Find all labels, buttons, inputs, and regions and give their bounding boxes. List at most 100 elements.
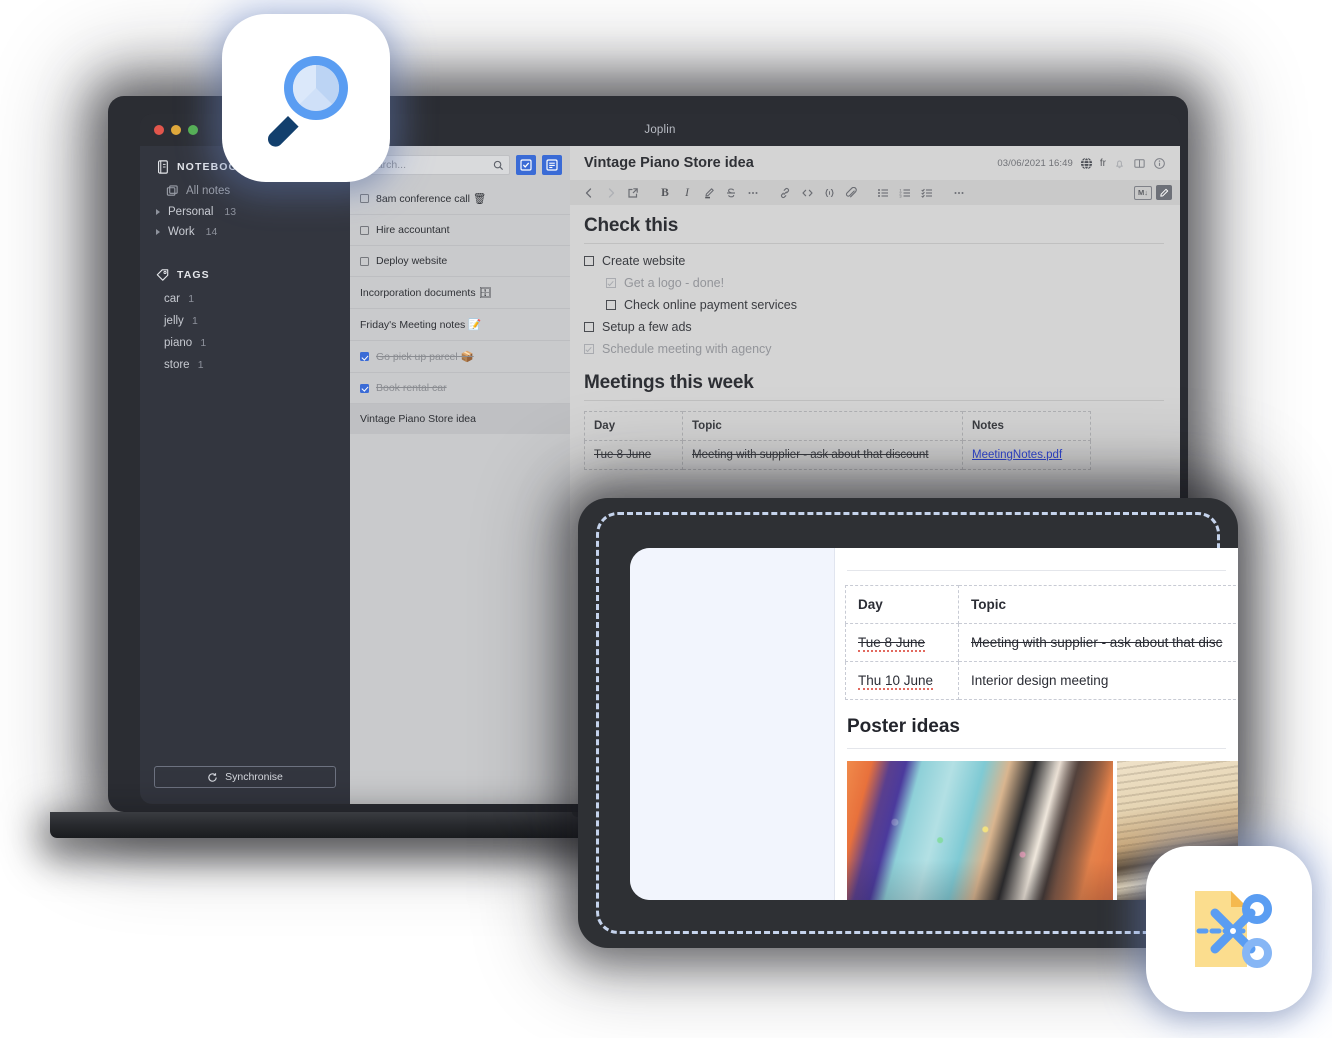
svg-text:3: 3 [899,193,902,198]
checklist-item[interactable]: Setup a few ads [584,320,1164,334]
bell-icon[interactable] [1113,157,1126,170]
list-item-selected[interactable]: Vintage Piano Store idea [350,404,570,434]
checklist-item[interactable]: Schedule meeting with agency [584,342,1164,356]
note-list-panel: Search... 8am conference call 🗑 Hire acc… [350,146,570,804]
checklist-item[interactable]: Get a logo - done! [584,276,1164,290]
code-icon[interactable] [796,182,818,204]
cell-day: Tue 8 June [845,623,959,662]
bold-icon[interactable]: B [654,182,676,204]
list-item[interactable]: Incorporation documents 🗄 [350,277,570,309]
page-title[interactable]: Vintage Piano Store idea [584,155,754,171]
checklist-item[interactable]: Check online payment services [584,298,1164,312]
todo-checkbox[interactable] [360,352,369,361]
cell-topic: Interior design meeting [958,661,1238,700]
external-link-icon[interactable] [622,182,644,204]
notebook-name: Personal [168,206,214,218]
app-title: Joplin [644,124,676,136]
maximize-window-button[interactable] [188,125,198,135]
sidebar-item-work[interactable]: Work 14 [140,222,350,242]
markdown-toggle-button[interactable]: M↓ [1134,185,1152,200]
list-item[interactable]: Hire accountant [350,215,570,246]
checkbox[interactable] [606,278,616,288]
sidebar-item-all-notes[interactable]: All notes [140,180,350,202]
search-app-icon [222,14,390,182]
note-title: Vintage Piano Store idea [360,413,476,425]
edit-toggle-button[interactable] [1156,185,1172,200]
sidebar-item-personal[interactable]: Personal 13 [140,202,350,222]
new-todo-icon [520,159,532,171]
window-traffic-lights[interactable] [154,125,198,135]
editor-toolbar: B I 1 2 3 M↓ [570,180,1180,205]
note-timestamp: 03/06/2021 16:49 [997,157,1073,169]
cell-day-text: Thu 10 June [858,673,934,690]
more-options-icon[interactable] [948,182,970,204]
attach-icon[interactable] [840,182,862,204]
tag-name: piano [164,337,193,349]
tablet-screen: Day Topic Tue 8 June Meeting with suppli… [630,548,1238,900]
list-item[interactable]: 8am conference call 🗑 [350,183,570,215]
note-header: Vintage Piano Store idea 03/06/2021 16:4… [570,146,1180,180]
highlight-icon[interactable] [698,182,720,204]
heading-divider [584,243,1164,244]
list-item[interactable]: Deploy website [350,246,570,277]
list-item[interactable]: Book rental car [350,373,570,404]
list-item[interactable]: Friday's Meeting notes 📝 [350,309,570,341]
checkbox[interactable] [584,256,594,266]
numbered-list-icon[interactable]: 1 2 3 [894,182,916,204]
column-header-topic: Topic [682,411,963,441]
forward-icon[interactable] [600,182,622,204]
checkbox[interactable] [584,322,594,332]
checklist-item[interactable]: Create website [584,254,1164,268]
list-item[interactable]: Go pick up parcel 📦 [350,341,570,373]
screenshot-stage: Joplin NOTEBOOKS All notes Personal 13 W… [0,0,1332,1038]
checkbox-list-icon[interactable] [916,182,938,204]
sidebar: NOTEBOOKS All notes Personal 13 Work 14 … [140,146,350,804]
note-meta: 03/06/2021 16:49 fr [997,156,1166,170]
notebook-icon [157,160,168,174]
link-icon[interactable] [774,182,796,204]
tag-count: 1 [197,359,204,371]
sidebar-tag-piano[interactable]: piano 1 [140,332,350,354]
sidebar-tag-store[interactable]: store 1 [140,354,350,376]
toolbar-right-group: M↓ [1134,185,1172,200]
note-title: 8am conference call 🗑 [376,193,487,205]
back-icon[interactable] [578,182,600,204]
note-title: Deploy website [376,255,448,267]
tag-name: store [164,359,190,371]
new-note-icon [546,159,558,171]
code-block-icon[interactable] [818,182,840,204]
italic-icon[interactable]: I [676,182,698,204]
cell-day-text: Tue 8 June [858,635,926,652]
info-icon[interactable] [1153,157,1166,170]
todo-checkbox[interactable] [360,256,369,266]
tag-count: 1 [200,337,207,349]
note-heading-2: Meetings this week [584,372,754,393]
bulleted-list-icon[interactable] [872,182,894,204]
sidebar-tag-car[interactable]: car 1 [140,288,350,310]
all-notes-icon [166,185,178,196]
checklist-label: Check online payment services [624,298,797,312]
tablet-device: Day Topic Tue 8 June Meeting with suppli… [578,498,1238,948]
sync-container: Synchronise [140,766,350,804]
globe-icon[interactable] [1080,156,1093,170]
new-todo-button[interactable] [516,155,536,175]
new-note-button[interactable] [542,155,562,175]
close-window-button[interactable] [154,125,164,135]
chevron-right-icon[interactable] [156,229,160,235]
note-title: Hire accountant [376,224,450,236]
checkbox[interactable] [606,300,616,310]
todo-checkbox[interactable] [360,194,369,203]
column-header-day: Day [584,411,683,441]
more-format-icon[interactable] [742,182,764,204]
todo-checkbox[interactable] [360,383,369,393]
sidebar-tag-jelly[interactable]: jelly 1 [140,310,350,332]
minimize-window-button[interactable] [171,125,181,135]
checkbox[interactable] [584,344,594,354]
synchronise-button[interactable]: Synchronise [154,766,336,788]
strikethrough-icon[interactable] [720,182,742,204]
chevron-right-icon[interactable] [156,209,160,215]
split-layout-icon[interactable] [1133,157,1146,170]
document-scissors-icon [1195,891,1272,968]
todo-checkbox[interactable] [360,225,369,235]
meeting-notes-pdf-link[interactable]: MeetingNotes.pdf [972,449,1062,461]
